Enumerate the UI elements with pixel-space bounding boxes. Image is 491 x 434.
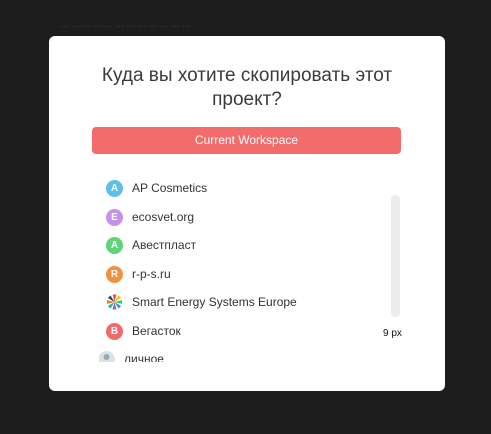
workspace-item-vegastok[interactable]: B Вегасток [99, 319, 379, 343]
workspace-avatar: A [106, 179, 123, 197]
workspace-label: Авестпласт [132, 238, 197, 252]
personal-avatar-icon [99, 350, 115, 362]
workspace-item-ap-cosmetics[interactable]: A AP Cosmetics [99, 176, 379, 200]
current-workspace-button[interactable]: Current Workspace [92, 127, 401, 154]
modal-title: Куда вы хотите скопировать этот проект? [101, 65, 393, 110]
workspace-item-ecosvet[interactable]: E ecosvet.org [99, 205, 379, 229]
workspace-avatar: B [106, 322, 123, 340]
background-page-text: ... ... ... ... ... ... ... ... ... ... … [60, 19, 191, 30]
pinwheel-logo-icon [106, 294, 123, 311]
workspace-item-avestplast[interactable]: A Авестпласт [99, 233, 379, 257]
workspace-list[interactable]: A AP Cosmetics E ecosvet.org A Авестплас… [99, 176, 379, 362]
workspace-item-personal[interactable]: личное [99, 347, 371, 362]
workspace-item-smart-energy[interactable]: Smart Energy Systems Europe [99, 290, 379, 314]
workspace-label: Вегасток [132, 324, 181, 338]
workspace-avatar: A [106, 236, 123, 254]
workspace-label: личное [124, 352, 164, 362]
workspace-label: Smart Energy Systems Europe [132, 295, 297, 309]
workspace-label: ecosvet.org [132, 210, 195, 224]
workspace-list-scrollbar[interactable] [391, 195, 400, 317]
copy-project-modal: Куда вы хотите скопировать этот проект? … [49, 36, 445, 391]
workspace-label: AP Cosmetics [132, 181, 208, 195]
scrollbar-width-tooltip: 9 px [383, 328, 402, 339]
workspace-label: r-p-s.ru [132, 267, 171, 281]
workspace-avatar: R [106, 265, 123, 283]
workspace-item-r-p-s[interactable]: R r-p-s.ru [99, 262, 379, 286]
workspace-avatar: E [106, 208, 123, 226]
